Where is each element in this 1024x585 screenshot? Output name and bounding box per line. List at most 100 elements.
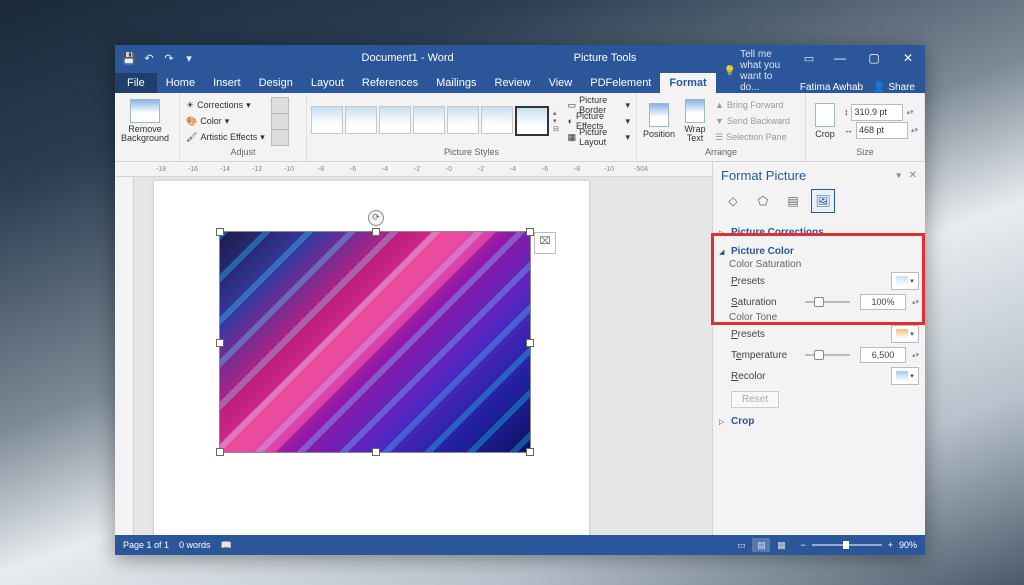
rotate-handle-icon[interactable]: ⟳	[368, 210, 384, 226]
style-thumb[interactable]	[311, 106, 343, 134]
fill-tab-icon[interactable]: ◇	[721, 189, 745, 213]
style-thumb[interactable]	[345, 106, 377, 134]
style-thumb[interactable]	[413, 106, 445, 134]
reset-pic-icon	[271, 129, 289, 146]
title-text: Document1 - Word Picture Tools	[203, 52, 795, 64]
reset-button[interactable]: Reset	[731, 391, 779, 408]
close-button[interactable]: ✕	[891, 45, 925, 71]
reset-picture-button[interactable]	[269, 130, 291, 145]
temperature-value[interactable]: 6,500	[860, 347, 906, 363]
picture-layout-button[interactable]: ▦Picture Layout ▾	[566, 130, 632, 145]
document-scroll[interactable]: ⟳ ⌧	[115, 177, 712, 535]
zoom-out-button[interactable]: −	[800, 540, 805, 550]
tab-format[interactable]: Format	[660, 73, 715, 93]
vertical-ruler[interactable]	[115, 177, 134, 535]
style-thumb[interactable]	[447, 106, 479, 134]
word-count[interactable]: 0 words	[179, 540, 211, 550]
tab-home[interactable]: Home	[157, 73, 204, 93]
proofing-icon[interactable]: 📖	[221, 540, 232, 551]
compress-button[interactable]	[269, 98, 291, 113]
zoom-in-button[interactable]: +	[888, 540, 893, 550]
document-area: -18-16-14-12-10-8-6-4-2-0-2-4-6-8-10-504…	[115, 162, 712, 535]
picture-styles-gallery[interactable]	[311, 106, 549, 136]
tell-me-search[interactable]: 💡 Tell me what you want to do...	[716, 49, 790, 93]
remove-bg-icon	[130, 99, 160, 123]
undo-icon[interactable]: ↶	[141, 50, 157, 66]
zoom-level[interactable]: 90%	[899, 540, 917, 550]
bring-forward-button[interactable]: ▲Bring Forward	[713, 98, 792, 113]
layout-tab-icon[interactable]: ▤	[781, 189, 805, 213]
resize-handle[interactable]	[526, 228, 534, 236]
print-layout-icon[interactable]: ▤	[752, 538, 770, 552]
tab-layout[interactable]: Layout	[302, 73, 353, 93]
crop-button[interactable]: Crop	[810, 96, 840, 146]
pane-close-icon[interactable]: ✕	[909, 170, 917, 181]
layout-icon: ▦	[568, 132, 577, 143]
tab-review[interactable]: Review	[486, 73, 540, 93]
tab-insert[interactable]: Insert	[204, 73, 250, 93]
sun-icon: ☀	[186, 100, 194, 111]
picture-color-section[interactable]: ◢Picture Color	[719, 244, 919, 259]
remove-background-button[interactable]: Remove Background	[119, 96, 171, 146]
resize-handle[interactable]	[372, 228, 380, 236]
save-icon[interactable]: 💾	[121, 50, 137, 66]
resize-handle[interactable]	[372, 448, 380, 456]
effects-tab-icon[interactable]: ⬠	[751, 189, 775, 213]
height-input[interactable]: 310.9 pt	[851, 104, 903, 121]
tab-view[interactable]: View	[540, 73, 582, 93]
resize-handle[interactable]	[216, 448, 224, 456]
qat-more-icon[interactable]: ▾	[181, 50, 197, 66]
resize-handle[interactable]	[526, 339, 534, 347]
resize-handle[interactable]	[526, 448, 534, 456]
tab-file[interactable]: File	[115, 73, 157, 93]
resize-handle[interactable]	[216, 228, 224, 236]
change-picture-button[interactable]	[269, 114, 291, 129]
share-button[interactable]: 👤 Share	[873, 82, 915, 93]
saturation-value[interactable]: 100%	[860, 294, 906, 310]
width-input[interactable]: 468 pt	[856, 122, 908, 139]
tab-references[interactable]: References	[353, 73, 427, 93]
gallery-more-icon[interactable]: ⊟	[553, 125, 560, 133]
position-button[interactable]: Position	[641, 96, 677, 146]
zoom-slider[interactable]	[812, 544, 882, 546]
page-indicator[interactable]: Page 1 of 1	[123, 540, 169, 550]
corrections-button[interactable]: ☀Corrections ▾	[184, 98, 267, 113]
tab-pdfelement[interactable]: PDFelement	[581, 73, 660, 93]
tab-mailings[interactable]: Mailings	[427, 73, 485, 93]
style-thumb-selected[interactable]	[515, 106, 549, 136]
tone-presets-button[interactable]: ▾	[891, 325, 919, 343]
selection-pane-button[interactable]: ☰Selection Pane	[713, 130, 792, 145]
style-thumb[interactable]	[379, 106, 411, 134]
maximize-button[interactable]: ▢	[857, 45, 891, 71]
recolor-button[interactable]: ▾	[891, 367, 919, 385]
horizontal-ruler[interactable]: -18-16-14-12-10-8-6-4-2-0-2-4-6-8-10-504	[115, 162, 712, 177]
width-input-row: ↔468 pt▴▾	[842, 123, 920, 138]
tab-design[interactable]: Design	[250, 73, 302, 93]
artistic-effects-button[interactable]: 🖌Artistic Effects ▾	[184, 130, 267, 145]
resize-handle[interactable]	[216, 339, 224, 347]
pane-dropdown-icon[interactable]: ▼	[895, 171, 903, 180]
picture-tab-icon[interactable]: 🖼	[811, 189, 835, 213]
crop-section[interactable]: ▷Crop	[719, 414, 919, 429]
color-button[interactable]: 🎨Color ▾	[184, 114, 267, 129]
wrap-text-button[interactable]: Wrap Text	[679, 96, 711, 146]
redo-icon[interactable]: ↷	[161, 50, 177, 66]
layout-options-button[interactable]: ⌧	[534, 232, 556, 254]
saturation-slider[interactable]	[805, 301, 850, 303]
web-layout-icon[interactable]: ▦	[772, 538, 790, 552]
selected-picture[interactable]: ⟳ ⌧	[219, 231, 531, 453]
user-name[interactable]: Fatima Awhab	[800, 82, 863, 93]
read-mode-icon[interactable]: ▭	[732, 538, 750, 552]
send-backward-button[interactable]: ▼Send Backward	[713, 114, 792, 129]
minimize-button[interactable]: —	[823, 45, 857, 71]
gallery-up-icon[interactable]: ▴	[553, 109, 560, 117]
ribbon-options-icon[interactable]: ▭	[801, 50, 817, 66]
page[interactable]: ⟳ ⌧	[154, 181, 589, 535]
collapsed-icon: ▷	[719, 418, 727, 426]
temperature-slider[interactable]	[805, 354, 850, 356]
style-thumb[interactable]	[481, 106, 513, 134]
gallery-down-icon[interactable]: ▾	[553, 117, 560, 125]
format-picture-pane: Format Picture ▼ ✕ ◇ ⬠ ▤ 🖼 ▷Picture Corr…	[712, 162, 925, 535]
saturation-presets-button[interactable]: ▾	[891, 272, 919, 290]
picture-corrections-section[interactable]: ▷Picture Corrections	[719, 225, 919, 240]
